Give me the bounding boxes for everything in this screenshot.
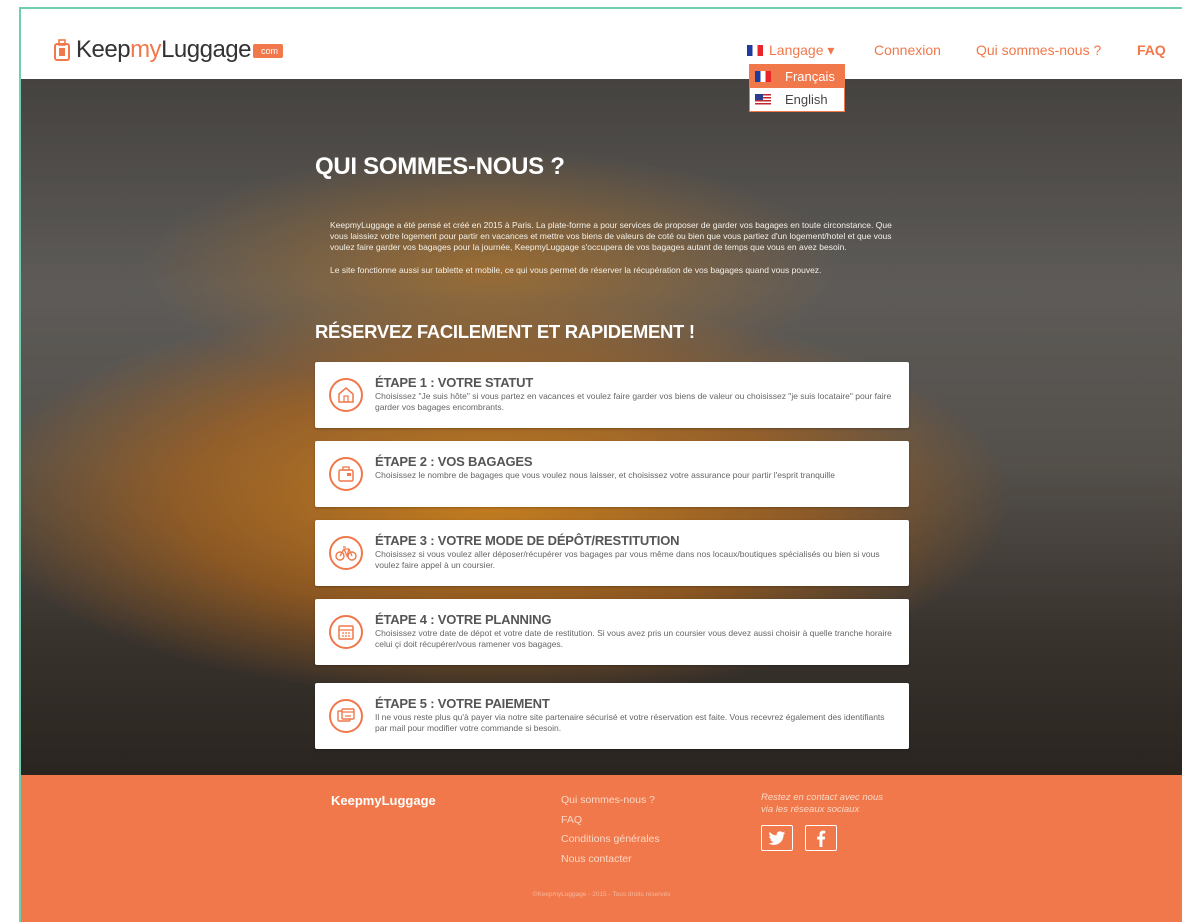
flag-fr-icon xyxy=(747,45,763,56)
step-description: Il ne vous reste plus qu'à payer via not… xyxy=(375,712,885,733)
step-title: ÉTAPE 1 : VOTRE STATUT xyxy=(375,375,534,390)
logo[interactable]: KeepmyLuggage com xyxy=(54,36,284,64)
footer: KeepmyLuggage Qui sommes-nous ? FAQ Cond… xyxy=(21,775,1182,922)
calendar-icon xyxy=(329,615,363,649)
header: KeepmyLuggage com Langage ▾ Connexion Qu… xyxy=(21,9,1182,79)
social-text: Restez en contact avec nous via les rése… xyxy=(761,792,883,815)
copyright: ©KeepmyLuggage - 2015 - Tous droits rése… xyxy=(532,891,671,898)
social-text-line: Restez en contact avec nous xyxy=(761,792,883,803)
language-option-fr[interactable]: Français xyxy=(750,65,844,88)
footer-link-contact[interactable]: Nous contacter xyxy=(561,850,660,870)
page-title: QUI SOMMES-NOUS ? xyxy=(315,153,565,180)
step-card: ÉTAPE 3 : VOTRE MODE DE DÉPÔT/RESTITUTIO… xyxy=(315,520,909,586)
step-description: Choisissez votre date de dépot et votre … xyxy=(375,628,892,649)
footer-brand: KeepmyLuggage xyxy=(331,793,436,808)
luggage-icon xyxy=(329,457,363,491)
step-title: ÉTAPE 3 : VOTRE MODE DE DÉPÔT/RESTITUTIO… xyxy=(375,533,680,548)
step-card: ÉTAPE 5 : VOTRE PAIEMENT Il ne vous rest… xyxy=(315,683,909,749)
footer-link-about[interactable]: Qui sommes-nous ? xyxy=(561,791,660,811)
intro-paragraph: Le site fonctionne aussi sur tablette et… xyxy=(330,264,822,275)
facebook-button[interactable] xyxy=(805,825,837,851)
social-text-line: via les réseaux sociaux xyxy=(761,803,860,815)
twitter-button[interactable] xyxy=(761,825,793,851)
nav-login[interactable]: Connexion xyxy=(874,42,941,58)
footer-links: Qui sommes-nous ? FAQ Conditions général… xyxy=(561,791,660,869)
nav-language[interactable]: Langage ▾ xyxy=(747,42,834,59)
language-option-en[interactable]: English xyxy=(750,88,844,111)
step-description: Choisissez "Je suis hôte" si vous partez… xyxy=(375,391,892,412)
credit-card-icon xyxy=(329,699,363,733)
twitter-icon xyxy=(768,830,786,845)
facebook-icon xyxy=(817,830,826,847)
hero-section: QUI SOMMES-NOUS ? KeepmyLuggage a été pe… xyxy=(21,79,1182,775)
nav-faq[interactable]: FAQ xyxy=(1137,42,1166,58)
bicycle-icon xyxy=(329,536,363,570)
footer-link-terms[interactable]: Conditions générales xyxy=(561,830,660,850)
flag-us-icon xyxy=(755,94,771,105)
language-dropdown: Français English xyxy=(749,64,845,112)
logo-badge: com xyxy=(253,44,284,58)
step-description: Choisissez si vous voulez aller déposer/… xyxy=(375,549,880,570)
intro-text: KeepmyLuggage a été pensé et créé en 201… xyxy=(330,220,905,287)
step-description: Choisissez le nombre de bagages que vous… xyxy=(375,470,835,480)
step-card: ÉTAPE 4 : VOTRE PLANNING Choisissez votr… xyxy=(315,599,909,665)
step-title: ÉTAPE 4 : VOTRE PLANNING xyxy=(375,612,552,627)
logo-text: KeepmyLuggage xyxy=(76,36,251,63)
step-card: ÉTAPE 1 : VOTRE STATUT Choisissez "Je su… xyxy=(315,362,909,428)
step-card: ÉTAPE 2 : VOS BAGAGES Choisissez le nomb… xyxy=(315,441,909,507)
step-title: ÉTAPE 2 : VOS BAGAGES xyxy=(375,454,533,469)
flag-fr-icon xyxy=(755,71,771,82)
language-label: Langage ▾ xyxy=(769,42,835,58)
house-icon xyxy=(329,378,363,412)
language-option-label: English xyxy=(785,92,828,107)
intro-paragraph: KeepmyLuggage a été pensé et créé en 201… xyxy=(330,220,892,253)
footer-link-faq[interactable]: FAQ xyxy=(561,811,660,831)
language-option-label: Français xyxy=(785,69,835,84)
page-frame: KeepmyLuggage com Langage ▾ Connexion Qu… xyxy=(19,7,1182,922)
steps-title: RÉSERVEZ FACILEMENT ET RAPIDEMENT ! xyxy=(315,321,695,342)
step-title: ÉTAPE 5 : VOTRE PAIEMENT xyxy=(375,696,550,711)
nav-about[interactable]: Qui sommes-nous ? xyxy=(976,42,1101,58)
suitcase-logo-icon xyxy=(54,39,70,61)
